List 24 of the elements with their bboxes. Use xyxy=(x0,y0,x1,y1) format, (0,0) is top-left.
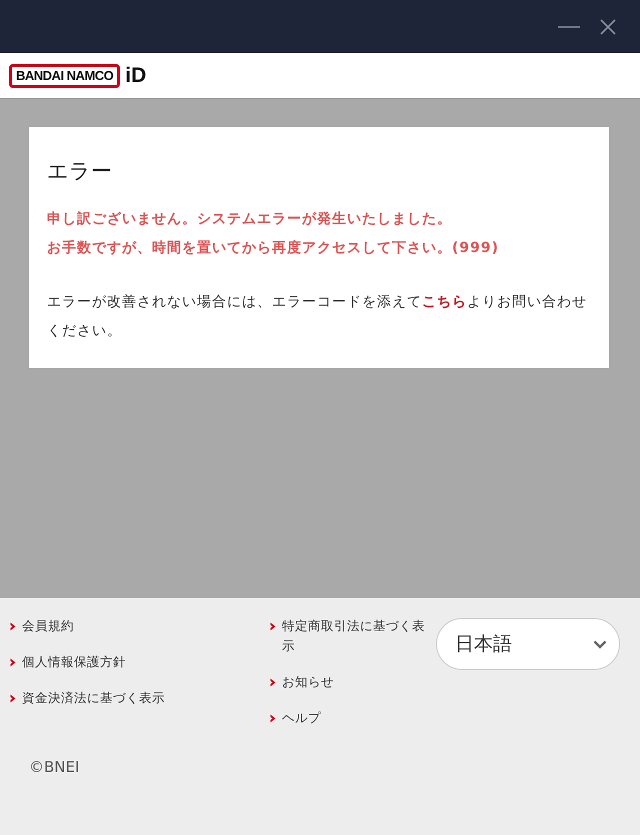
error-message: お手数ですが、時間を置いてから再度アクセスして下さい。(999) xyxy=(47,238,500,258)
error-title: エラー xyxy=(47,158,113,185)
footer-link[interactable]: 特定商取引法に基づく表示 xyxy=(270,616,432,656)
chevron-icon xyxy=(270,678,276,687)
caret-icon xyxy=(593,640,607,648)
footer-link[interactable]: 資金決済法に基づく表示 xyxy=(10,688,270,708)
error-message: 申し訳ございません。システムエラーが発生いたしました。 xyxy=(47,210,453,229)
chevron-icon xyxy=(270,622,276,631)
language-select[interactable]: 日本語 xyxy=(436,618,620,670)
chevron-icon xyxy=(10,622,16,631)
contact-link[interactable]: こちら xyxy=(422,294,467,310)
footer-link[interactable]: 個人情報保護方針 xyxy=(10,652,270,672)
chevron-icon xyxy=(270,714,276,723)
footer-link[interactable]: お知らせ xyxy=(270,672,432,692)
chevron-icon xyxy=(10,694,16,703)
footer-link[interactable]: 会員規約 xyxy=(10,616,270,636)
logo-suffix: iD xyxy=(125,64,146,88)
chevron-icon xyxy=(10,658,16,667)
footer-link[interactable]: ヘルプ xyxy=(270,708,432,728)
logo-text: BANDAI NAMCO xyxy=(9,64,120,88)
minimize-icon xyxy=(558,26,580,28)
close-icon xyxy=(600,18,616,34)
notice-text: エラーが改善されない場合には、エラーコードを添えて こちら よりお問い合わせください。 xyxy=(47,293,588,341)
copyright-text: ©BNEI xyxy=(29,758,80,776)
